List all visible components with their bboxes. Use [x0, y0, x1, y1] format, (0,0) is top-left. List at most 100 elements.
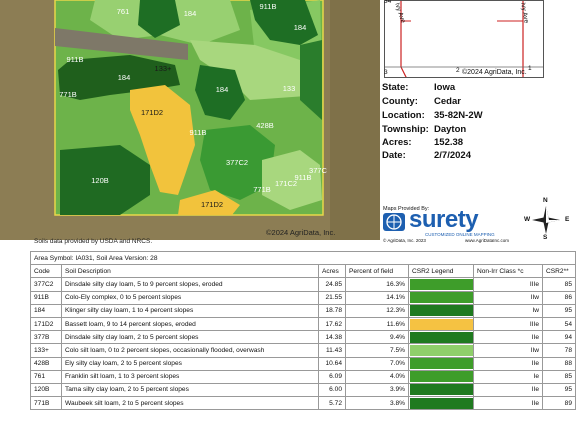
col-desc: Soil Description — [61, 264, 319, 279]
footer-right: www.AgriDataInc.com — [465, 238, 510, 243]
compass-w: W — [524, 216, 531, 223]
csr2-legend — [408, 356, 474, 371]
acres: 14.38 — [318, 330, 346, 345]
acres: 6.00 — [318, 382, 346, 398]
percent-of-field: 16.3% — [345, 277, 409, 292]
code: 428B — [30, 356, 62, 371]
percent-of-field: 9.4% — [345, 330, 409, 345]
legend-swatch — [410, 344, 473, 356]
acres: 21.55 — [318, 290, 346, 305]
info-value: Cedar — [434, 96, 461, 107]
csr2-value: 54 — [542, 316, 576, 332]
map-label: 377C2 — [226, 158, 248, 167]
source-note: Soils data provided by USDA and NRCS. — [34, 238, 153, 245]
locator-section-right: 1 — [528, 65, 532, 72]
map-label: 133+ — [155, 64, 173, 73]
info-label: Location: — [382, 110, 425, 121]
code: 761 — [30, 369, 62, 384]
map-label: 771B — [59, 90, 77, 99]
non-irr-class: IIe — [473, 396, 543, 411]
csr2-legend — [408, 396, 474, 411]
col-pct: Percent of field — [345, 264, 409, 279]
acres: 5.72 — [318, 396, 346, 411]
table-row: 377C2 Dinsdale silty clay loam, 5 to 9 pe… — [30, 277, 576, 292]
non-irr-class: IIw — [473, 343, 543, 358]
map-label: 911B — [190, 128, 207, 137]
map-label: 184 — [294, 23, 307, 32]
soil-table: Area Symbol: IA031, Soil Area Version: 2… — [30, 250, 576, 411]
info-label: Township: — [382, 124, 429, 135]
csr2-value: 85 — [542, 369, 576, 384]
table-row: 171D2 Bassett loam, 9 to 14 percent slope… — [30, 316, 576, 332]
logo-text: surety — [409, 206, 479, 233]
map-label: 771B — [253, 185, 271, 194]
legend-swatch — [410, 331, 473, 343]
acres: 24.85 — [318, 277, 346, 292]
acres: 18.78 — [318, 303, 346, 318]
info-label: County: — [382, 96, 418, 107]
soil-description: Klinger silty clay loam, 1 to 4 percent … — [61, 303, 319, 318]
acres: 6.09 — [318, 369, 346, 384]
csr2-value: 89 — [542, 396, 576, 411]
col-csr2: CSR2** — [542, 264, 576, 279]
compass-n: N — [543, 197, 548, 204]
legend-swatch — [410, 371, 473, 383]
soil-map[interactable]: 761 184 911B 184 911B 133+ 771B 184 184 … — [0, 0, 380, 240]
footer-left: © AgriData, Inc. 2023 — [383, 238, 426, 243]
non-irr-class: IIIe — [473, 316, 543, 332]
col-acres: Acres — [318, 264, 346, 279]
table-row: 133+ Colo silt loam, 0 to 2 percent slope… — [30, 343, 576, 358]
code: 120B — [30, 382, 62, 398]
soil-description: Colo-Ely complex, 0 to 5 percent slopes — [61, 290, 319, 305]
map-label: 911B — [67, 55, 84, 64]
code: 377C2 — [30, 277, 62, 292]
csr2-value: 94 — [542, 330, 576, 345]
map-label: 911B — [260, 2, 277, 11]
csr2-value: 88 — [542, 356, 576, 371]
map-label: 428B — [256, 121, 274, 130]
info-value: 152.38 — [434, 137, 464, 148]
info-value: 2/7/2024 — [434, 150, 471, 161]
soil-description: Bassett loam, 9 to 14 percent slopes, er… — [61, 316, 319, 332]
acres: 11.43 — [318, 343, 346, 358]
table-area-row: Area Symbol: IA031, Soil Area Version: 2… — [30, 250, 576, 266]
code: 184 — [30, 303, 62, 318]
map-label: 184 — [184, 9, 197, 18]
map-label: 377C — [309, 166, 328, 175]
code: 771B — [30, 396, 62, 411]
non-irr-class: Iw — [473, 303, 543, 318]
soil-description: Ely silty clay loam, 2 to 5 percent slop… — [61, 356, 319, 371]
csr2-legend — [408, 343, 474, 358]
info-value: Iowa — [434, 82, 456, 93]
csr2-legend — [408, 369, 474, 384]
info-value: Dayton — [434, 124, 467, 135]
percent-of-field: 14.1% — [345, 290, 409, 305]
percent-of-field: 12.3% — [345, 303, 409, 318]
info-label: Date: — [382, 150, 406, 161]
locator-corner: 34 — [384, 0, 392, 5]
col-legend: CSR2 Legend — [408, 264, 474, 279]
non-irr-class: IIIe — [473, 277, 543, 292]
area-symbol: Area Symbol: IA031, Soil Area Version: 2… — [30, 250, 576, 266]
compass-s: S — [543, 234, 548, 241]
code: 377B — [30, 330, 62, 345]
map-label: 120B — [91, 176, 109, 185]
map-label: 761 — [117, 7, 130, 16]
col-class: Non-Irr Class *c — [473, 264, 543, 279]
acres: 17.62 — [318, 316, 346, 332]
legend-swatch — [410, 358, 473, 370]
non-irr-class: IIw — [473, 290, 543, 305]
table-row: 761 Franklin silt loam, 1 to 3 percent sl… — [30, 369, 576, 384]
csr2-value: 86 — [542, 290, 576, 305]
csr2-legend — [408, 277, 474, 292]
legend-swatch — [410, 292, 473, 304]
percent-of-field: 7.0% — [345, 356, 409, 371]
info-label: Acres: — [382, 137, 412, 148]
col-code: Code — [30, 264, 62, 279]
csr2-value: 78 — [542, 343, 576, 358]
map-label: 171D2 — [201, 200, 223, 209]
map-label: 171D2 — [141, 108, 163, 117]
csr2-legend — [408, 316, 474, 332]
percent-of-field: 3.9% — [345, 382, 409, 398]
table-row: 120B Tama silty clay loam, 2 to 5 percent… — [30, 382, 576, 398]
